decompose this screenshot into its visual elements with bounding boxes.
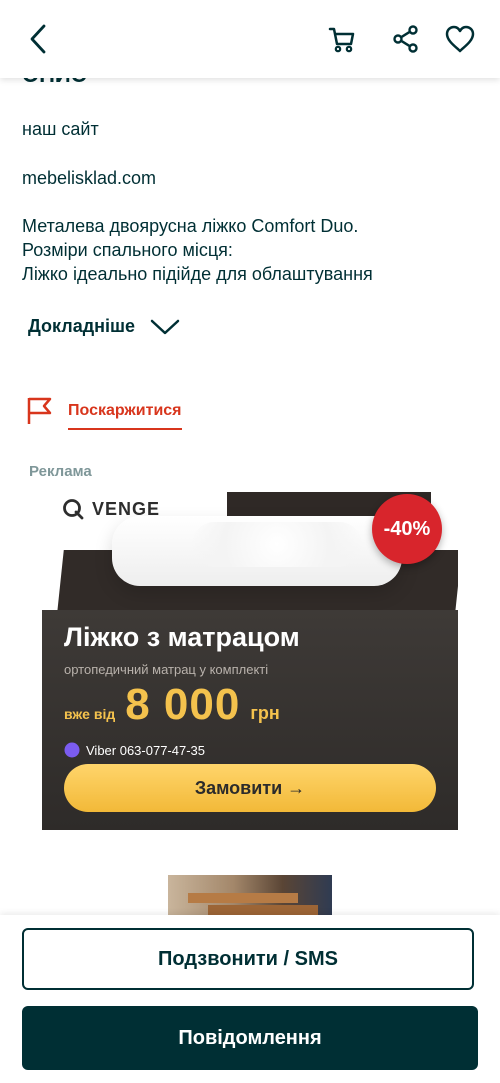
ad-price-prefix: вже від [64, 706, 116, 722]
report-button[interactable]: Поскаржитися [26, 396, 182, 430]
share-button[interactable] [386, 18, 426, 60]
call-sms-button[interactable]: Подзвонити / SMS [22, 928, 474, 990]
ad-banner[interactable]: VENGE -40% Ліжко з матрацом ортопедичний… [42, 490, 458, 830]
bed-rail-image [208, 905, 318, 915]
blur-decoration [192, 522, 362, 567]
chevron-left-icon [30, 24, 46, 54]
share-icon [393, 25, 418, 53]
favorite-button[interactable] [440, 18, 480, 60]
discount-badge: -40% [372, 494, 442, 564]
ad-viber-text: Viber 063-077-47-35 [86, 742, 206, 758]
report-label: Поскаржитися [68, 402, 182, 430]
ad-brand-name: VENGE [92, 498, 161, 519]
back-button[interactable] [18, 18, 58, 60]
bed-rail-image [188, 893, 298, 903]
ad-subline: ортопедичний матрац у комплекті [64, 662, 269, 677]
brand-logo-icon [63, 499, 84, 520]
listing-photo-thumbnail[interactable] [168, 875, 332, 920]
ad-viber: Viber 063-077-47-35 [64, 742, 205, 758]
ad-order-button[interactable]: Замовити → [64, 764, 436, 812]
description-line: Розміри спального місця: [22, 240, 233, 260]
ad-price-currency: грн [250, 703, 280, 723]
description-line: mebelisklad.com [22, 168, 157, 188]
ad-brand: VENGE [62, 498, 160, 520]
heart-icon [445, 25, 475, 53]
cart-icon [328, 27, 355, 53]
ad-panel: Ліжко з матрацом ортопедичний матрац у к… [42, 610, 458, 830]
ad-price: вже від 8 000 грн [64, 680, 280, 730]
ad-headline: Ліжко з матрацом [64, 622, 300, 652]
cart-button[interactable] [322, 18, 362, 60]
viber-icon [64, 742, 80, 758]
ad-price-value: 8 000 [125, 680, 241, 729]
message-button[interactable]: Повідомлення [22, 1006, 478, 1070]
description-line: наш сайт [22, 119, 99, 139]
show-more-button[interactable]: Докладніше [28, 316, 181, 337]
flag-icon [27, 397, 52, 424]
bottom-action-bar: Подзвонити / SMS Повідомлення [0, 915, 500, 1083]
description-line: Металева двоярусна ліжко Comfort Duo. [22, 216, 359, 236]
top-app-bar [0, 0, 500, 78]
chevron-down-icon [150, 319, 180, 334]
ad-label: Реклама [29, 463, 92, 480]
description-line: Ліжко ідеально підійде для облаштування [22, 264, 373, 284]
show-more-label: Докладніше [28, 316, 136, 336]
